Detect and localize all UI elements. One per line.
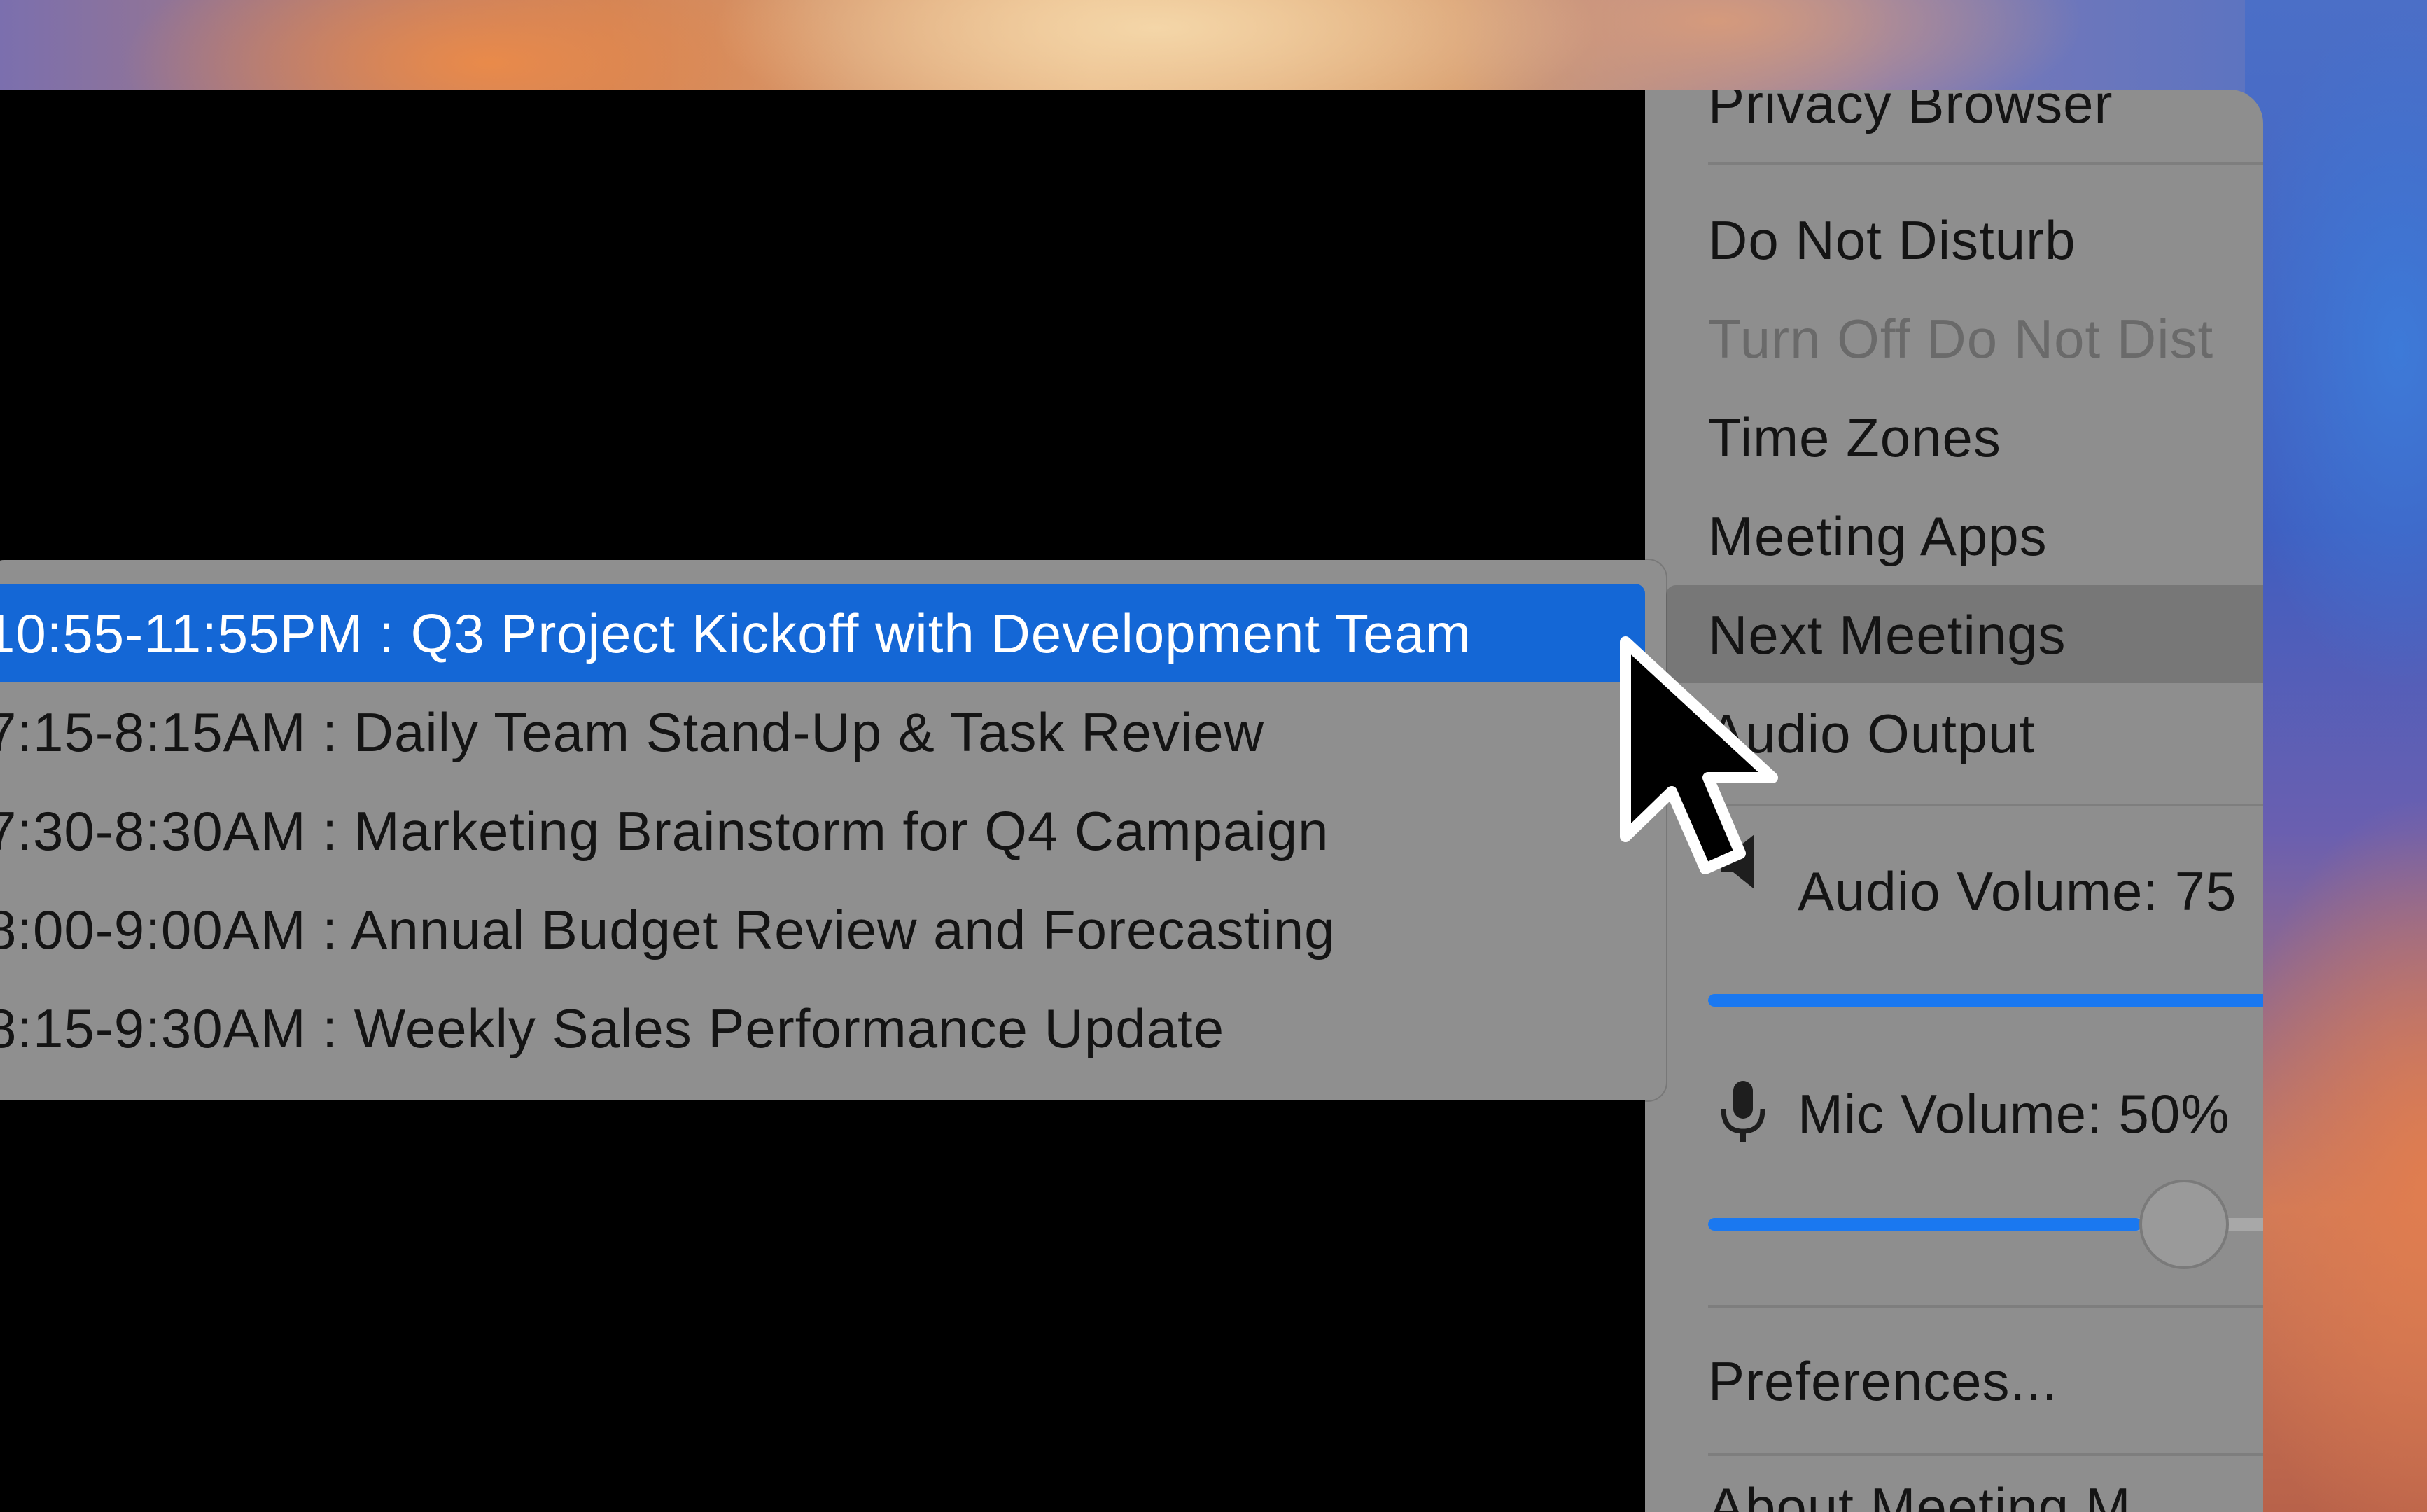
menu-item-about[interactable]: About Meeting M	[1708, 1476, 2132, 1512]
menu-item-privacy-browser[interactable]: Privacy Browser	[1708, 90, 2113, 136]
menu-separator	[1708, 162, 2263, 164]
mouse-pointer-icon	[1610, 626, 1792, 892]
menu-item-do-not-disturb[interactable]: Do Not Disturb	[1708, 209, 2076, 272]
menu-item-time-zones[interactable]: Time Zones	[1708, 406, 2001, 470]
mic-volume-label: Mic Volume: 50%	[1798, 1083, 2230, 1144]
meeting-item[interactable]: 7:15-8:15AM : Daily Team Stand-Up & Task…	[0, 701, 1264, 764]
meeting-item[interactable]: 10:55-11:55PM : Q3 Project Kickoff with …	[0, 602, 1471, 666]
menu-item-preferences[interactable]: Preferences...	[1708, 1350, 2058, 1413]
menu-item-turn-off-dnd: Turn Off Do Not Dist	[1708, 308, 2214, 370]
mic-volume-knob[interactable]	[2139, 1180, 2229, 1269]
meeting-item[interactable]: 8:00-9:00AM : Annual Budget Review and F…	[0, 898, 1335, 962]
next-meetings-submenu: 10:55-11:55PM : Q3 Project Kickoff with …	[0, 560, 1666, 1100]
wallpaper-right	[2245, 0, 2427, 1512]
audio-volume-fill	[1708, 994, 2263, 1007]
mic-volume-fill	[1708, 1218, 2142, 1231]
audio-volume-slider[interactable]	[1708, 994, 2263, 1007]
audio-volume-label: Audio Volume: 75	[1798, 860, 2237, 922]
menu-separator	[1708, 1305, 2263, 1308]
meeting-item[interactable]: 8:15-9:30AM : Weekly Sales Performance U…	[0, 997, 1224, 1060]
menu-item-meeting-apps[interactable]: Meeting Apps	[1708, 505, 2048, 568]
meeting-item[interactable]: 7:30-8:30AM : Marketing Brainstorm for Q…	[0, 799, 1329, 863]
microphone-icon	[1715, 1078, 1771, 1142]
menu-separator	[1708, 1453, 2263, 1456]
desktop: Privacy Browser Do Not Disturb Turn Off …	[0, 0, 2427, 1512]
